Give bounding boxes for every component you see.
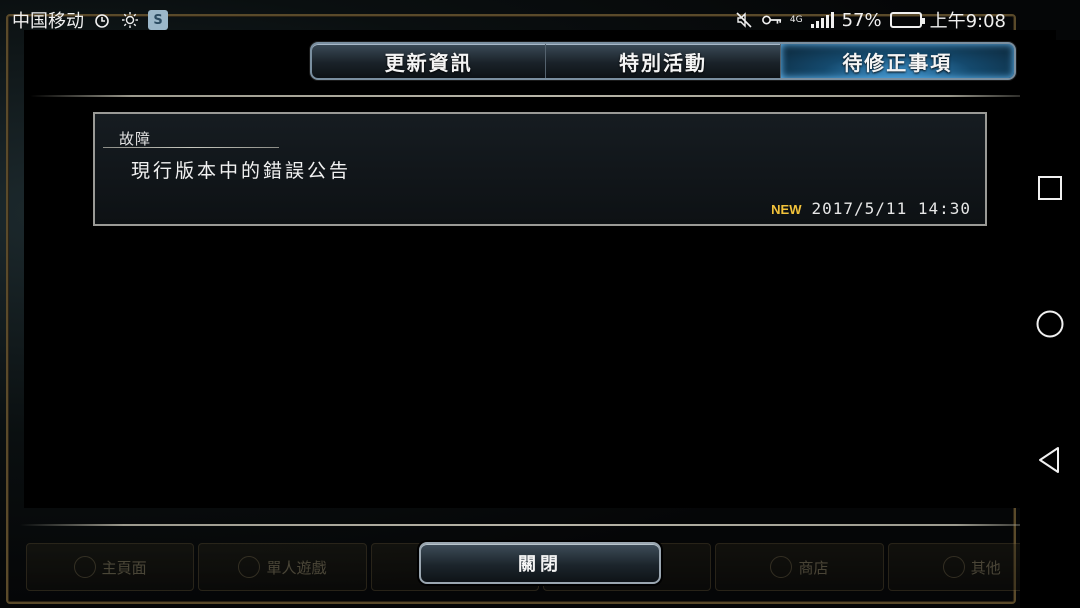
battery-icon: [889, 12, 925, 28]
top-divider: [30, 95, 1050, 97]
category-underline: [103, 147, 279, 148]
home-circle-icon: [1036, 310, 1064, 338]
tab-special-events[interactable]: 特別活動: [546, 44, 781, 78]
more-icon: [942, 556, 965, 578]
notice-date: 2017/5/11 14:30: [811, 199, 971, 218]
tab-bar: 更新資訊 特別活動 待修正事項: [310, 42, 1016, 80]
close-button[interactable]: 關閉: [419, 542, 661, 584]
signal-strength-icon: [810, 12, 834, 28]
alarm-icon: [92, 10, 112, 30]
notice-category: 故障: [119, 130, 152, 148]
menu-label: 商店: [798, 558, 829, 577]
navigation-bar: [1020, 40, 1080, 608]
network-type: 4G: [789, 14, 803, 25]
bottom-divider: [20, 524, 1060, 526]
brightness-icon: [120, 10, 140, 30]
notice-item[interactable]: 故障 現行版本中的錯誤公告 NEW 2017/5/11 14:30: [93, 112, 987, 226]
recents-icon: [1038, 176, 1062, 200]
flag-icon: [238, 556, 261, 578]
news-panel: [24, 30, 1056, 508]
shop-icon: [770, 556, 793, 578]
tab-known-issues[interactable]: 待修正事項: [780, 44, 1014, 78]
tab-update-info[interactable]: 更新資訊: [312, 44, 547, 78]
menu-label: 單人遊戲: [266, 558, 327, 577]
notice-title: 現行版本中的錯誤公告: [131, 160, 352, 182]
recents-button[interactable]: [1030, 168, 1070, 208]
notice-meta: NEW 2017/5/11 14:30: [771, 199, 971, 218]
home-button[interactable]: [1030, 304, 1070, 344]
back-button[interactable]: [1030, 440, 1070, 480]
app-notification-icon: S: [148, 10, 168, 30]
home-icon: [73, 556, 96, 578]
menu-label: 其他: [970, 558, 1001, 577]
menu-item-home: 主頁面: [26, 543, 195, 591]
new-badge: NEW: [771, 202, 802, 217]
menu-item-shop: 商店: [715, 543, 884, 591]
vpn-key-icon: [761, 10, 782, 30]
back-triangle-icon: [1039, 447, 1059, 473]
menu-item-single-player: 單人遊戲: [198, 543, 367, 591]
battery-percent: 57%: [841, 9, 882, 31]
mute-icon: [734, 10, 754, 30]
menu-label: 主頁面: [101, 558, 147, 577]
